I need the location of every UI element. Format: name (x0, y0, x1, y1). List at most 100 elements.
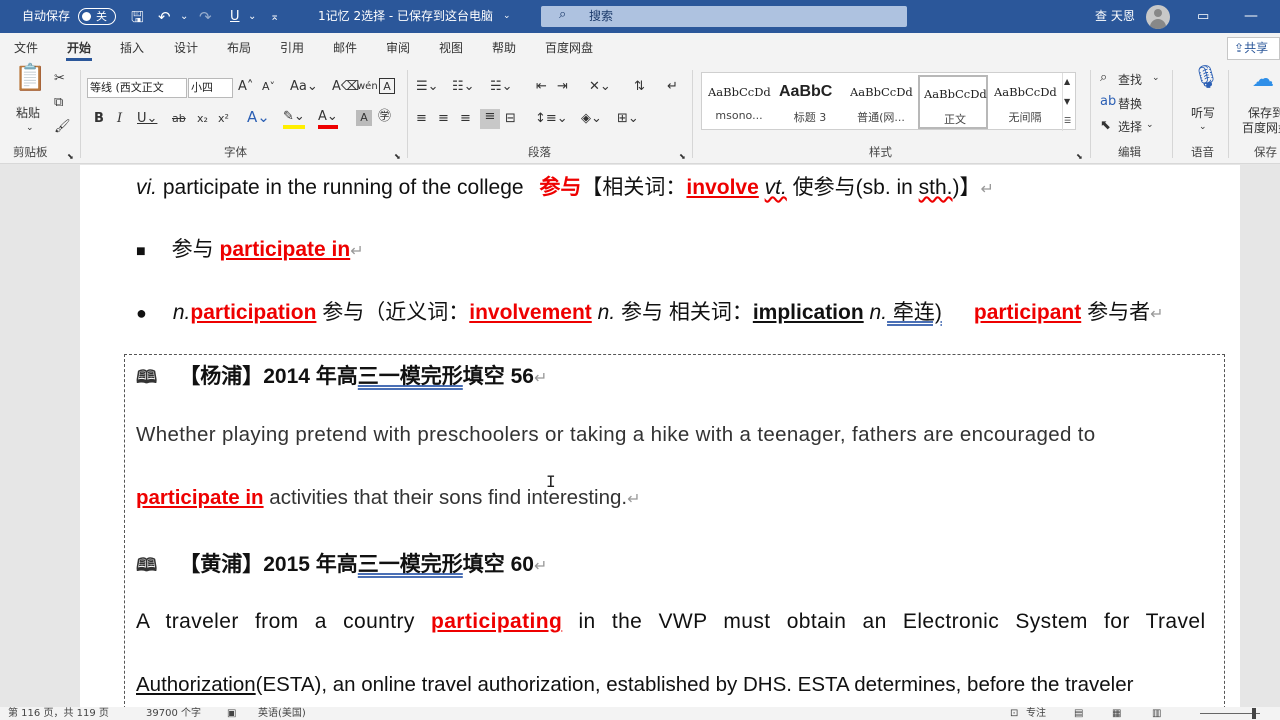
style-no-spacing[interactable]: AaBbCcDd 无间隔 (990, 75, 1060, 129)
style-body[interactable]: AaBbCcDd 正文 (918, 75, 988, 129)
line-spacing-icon[interactable]: ↕≡⌄ (535, 111, 568, 127)
select-icon[interactable]: ⬉ (1100, 118, 1111, 134)
bullets-icon[interactable]: ☰⌄ (416, 79, 439, 95)
scroll-down-icon[interactable]: ▼ (1064, 94, 1070, 110)
distributed-icon[interactable]: ⊟ (505, 111, 516, 127)
tab-layout[interactable]: 布局 (227, 33, 251, 64)
character-shading-icon[interactable]: A (356, 110, 372, 126)
tab-baidu-netdisk[interactable]: 百度网盘 (545, 33, 593, 64)
paragraph-launcher-icon[interactable]: ⬊ (679, 149, 686, 165)
numbering-icon[interactable]: ☷⌄ (452, 79, 475, 95)
focus-icon[interactable]: ⊡ (1010, 707, 1018, 720)
undo-icon[interactable]: ↶ (158, 7, 171, 27)
tab-file[interactable]: 文件 (14, 33, 38, 64)
paste-dropdown-icon[interactable]: ⌄ (26, 120, 34, 136)
customize-quick-access-icon[interactable]: ⌅ (270, 7, 279, 27)
user-name[interactable]: 查 天恩 (1095, 0, 1135, 33)
select-button[interactable]: 选择 (1118, 118, 1142, 135)
justify-icon[interactable]: ≡ (480, 109, 500, 129)
clipboard-launcher-icon[interactable]: ⬊ (67, 149, 74, 165)
print-layout-icon[interactable]: ▦ (1112, 707, 1121, 720)
shading-icon[interactable]: ◈⌄ (581, 111, 602, 127)
enclose-characters-icon[interactable]: ㊫ (378, 109, 391, 125)
paste-icon[interactable]: 📋 (14, 65, 46, 100)
copy-icon[interactable]: ⧉ (54, 95, 63, 111)
tab-help[interactable]: 帮助 (492, 33, 516, 64)
select-dropdown-icon[interactable]: ⌄ (1146, 117, 1154, 133)
replace-button[interactable]: 替换 (1118, 95, 1142, 112)
borders-icon[interactable]: ⊞⌄ (617, 111, 639, 127)
styles-more-icon[interactable]: ☰ (1064, 113, 1071, 129)
undo-dropdown-icon[interactable]: ⌄ (180, 7, 188, 27)
tab-home[interactable]: 开始 (65, 33, 93, 64)
microphone-icon[interactable]: 🎙 (1192, 67, 1220, 89)
avatar[interactable] (1146, 5, 1170, 29)
baidu-netdisk-icon[interactable]: ☁ (1252, 69, 1274, 91)
decrease-indent-icon[interactable]: ⇤ (536, 79, 547, 95)
find-button[interactable]: 查找 (1118, 71, 1142, 88)
chinese-layout-icon[interactable]: ✕⌄ (589, 79, 611, 95)
change-case-icon[interactable]: Aa⌄ (290, 79, 318, 95)
proofing-icon[interactable]: ▣ (227, 707, 236, 720)
find-icon[interactable]: ⌕ (1100, 70, 1107, 86)
character-border-icon[interactable]: A (379, 78, 395, 94)
font-name-combo[interactable]: 等线 (西文正文 (87, 78, 187, 98)
phonetic-guide-icon[interactable]: wén (357, 79, 378, 95)
title-chevron-icon[interactable]: ⌄ (503, 0, 511, 33)
format-painter-icon[interactable]: 🖌 (54, 119, 71, 135)
tab-view[interactable]: 视图 (439, 33, 463, 64)
underline-dropdown-icon[interactable]: ⌄ (248, 7, 256, 27)
style-normal-web[interactable]: AaBbCcDd 普通(网... (846, 75, 916, 129)
subscript-icon[interactable]: x₂ (197, 111, 208, 127)
word-count[interactable]: 39700 个字 (146, 707, 201, 720)
grow-font-icon[interactable]: A˄ (238, 79, 253, 95)
web-layout-icon[interactable]: ▥ (1152, 707, 1161, 720)
tab-references[interactable]: 引用 (280, 33, 304, 64)
superscript-icon[interactable]: x² (218, 111, 229, 127)
shrink-font-icon[interactable]: A˅ (262, 79, 275, 95)
find-dropdown-icon[interactable]: ⌄ (1152, 70, 1160, 86)
zoom-slider[interactable] (1200, 713, 1260, 714)
document-title[interactable]: 1记忆 2选择 - 已保存到这台电脑 (318, 0, 493, 33)
highlight-color-icon[interactable]: ✎⌄ (283, 109, 305, 129)
save-icon[interactable]: 🖫 (131, 7, 144, 27)
multilevel-list-icon[interactable]: ☵⌄ (490, 79, 513, 95)
autosave-toggle[interactable]: 关 (78, 8, 116, 25)
font-size-combo[interactable]: 小四 (188, 78, 233, 98)
font-launcher-icon[interactable]: ⬊ (394, 149, 401, 165)
page-count[interactable]: 第 116 页，共 119 页 (8, 707, 109, 720)
align-right-icon[interactable]: ≡ (460, 111, 471, 127)
tab-review[interactable]: 审阅 (386, 33, 410, 64)
scroll-up-icon[interactable]: ▲ (1064, 74, 1070, 90)
italic-icon[interactable]: I (117, 111, 122, 127)
underline-quick-icon[interactable]: U (230, 7, 240, 27)
share-button[interactable]: ⇪共享 (1227, 37, 1280, 60)
underline-icon[interactable]: U⌄ (137, 111, 157, 127)
replace-icon[interactable]: ab (1100, 94, 1116, 110)
align-center-icon[interactable]: ≡ (438, 111, 449, 127)
paste-button[interactable]: 粘贴 (16, 104, 40, 121)
search-input[interactable]: 搜索 (589, 6, 613, 27)
tab-mailings[interactable]: 邮件 (333, 33, 357, 64)
read-mode-icon[interactable]: ▤ (1074, 707, 1083, 720)
search-box[interactable]: ⌕ 搜索 (541, 6, 907, 27)
align-left-icon[interactable]: ≡ (416, 111, 427, 127)
sort-icon[interactable]: ⇅ (634, 79, 645, 95)
styles-launcher-icon[interactable]: ⬊ (1076, 149, 1083, 165)
increase-indent-icon[interactable]: ⇥ (557, 79, 568, 95)
ribbon-display-options-icon[interactable]: ▭ (1197, 0, 1209, 33)
clear-formatting-icon[interactable]: A⌫ (332, 79, 359, 95)
dictate-dropdown-icon[interactable]: ⌄ (1199, 119, 1207, 135)
tab-insert[interactable]: 插入 (120, 33, 144, 64)
language[interactable]: 英语(美国) (258, 707, 306, 720)
redo-icon[interactable]: ↷ (199, 7, 212, 27)
styles-scroll[interactable]: ▲ ▼ ☰ (1062, 73, 1076, 131)
focus-mode[interactable]: 专注 (1026, 707, 1046, 720)
style-msonormal[interactable]: AaBbCcDd msono... (704, 75, 774, 129)
text-effects-icon[interactable]: A⌄ (247, 109, 270, 125)
style-heading-3[interactable]: AaBbC 标题 3 (775, 75, 845, 129)
zoom-slider-thumb[interactable] (1252, 708, 1256, 719)
minimize-icon[interactable]: — (1244, 0, 1258, 33)
tab-design[interactable]: 设计 (174, 33, 198, 64)
baidu-netdisk-label[interactable]: 百度网盘 (1242, 119, 1280, 136)
